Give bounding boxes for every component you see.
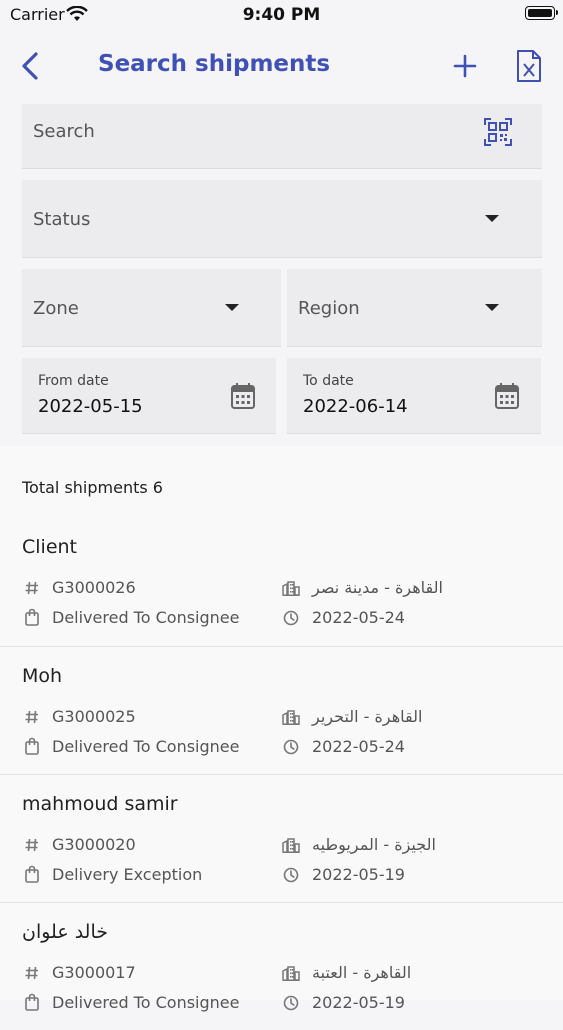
dropdown-arrow-icon (225, 304, 239, 311)
chevron-left-icon (22, 52, 38, 80)
from-date-value: 2022-05-15 (38, 396, 143, 417)
shipment-card[interactable]: خالد علوان G3000017 القاهرة - العتبة Delive… (0, 902, 563, 1030)
export-excel-button[interactable] (514, 49, 544, 83)
shipment-location: القاهرة - العتبة (312, 963, 412, 982)
dropdown-arrow-icon (485, 215, 499, 222)
search-placeholder: Search (33, 121, 95, 142)
shipment-card[interactable]: Client G3000026 القاهرة - مدينة نصر Deliver… (0, 518, 563, 646)
calendar-icon[interactable] (494, 382, 520, 414)
client-name: Moh (22, 665, 63, 687)
city-icon (282, 965, 300, 985)
to-date-field[interactable]: To date 2022-06-14 (287, 358, 541, 434)
shipment-code: G3000020 (52, 835, 136, 854)
calendar-icon[interactable] (230, 382, 256, 414)
hash-icon (24, 837, 40, 857)
bag-icon (24, 608, 40, 630)
city-icon (282, 580, 300, 600)
clock-icon (283, 610, 299, 630)
shipment-status: Delivered To Consignee (52, 608, 240, 627)
from-date-label: From date (38, 373, 109, 389)
battery-icon (525, 6, 558, 20)
hash-icon (24, 709, 40, 729)
shipment-list: Total shipments 6 Client G3000026 القاهرة … (0, 446, 563, 1012)
zone-label: Zone (33, 298, 79, 319)
shipment-code: G3000025 (52, 707, 136, 726)
dropdown-arrow-icon (485, 304, 499, 311)
bag-icon (24, 737, 40, 759)
back-button[interactable] (18, 50, 46, 82)
clock-icon (283, 867, 299, 887)
shipment-code: G3000017 (52, 963, 136, 982)
shipment-date: 2022-05-24 (312, 608, 405, 627)
shipment-date: 2022-05-19 (312, 993, 405, 1012)
qr-scan-icon[interactable] (484, 118, 512, 150)
shipment-date: 2022-05-19 (312, 865, 405, 884)
shipment-card[interactable]: Moh G3000025 القاهرة - التحرير Delivered To… (0, 646, 563, 774)
add-shipment-button[interactable] (452, 53, 478, 79)
shipment-location: القاهرة - مدينة نصر (312, 578, 443, 597)
page-title: Search shipments (98, 51, 331, 77)
clock-icon (283, 739, 299, 759)
shipment-date: 2022-05-24 (312, 737, 405, 756)
shipment-location: الجيزة - المريوطيه (312, 835, 436, 854)
search-input[interactable]: Search (22, 104, 542, 169)
shipment-code: G3000026 (52, 578, 136, 597)
client-name: خالد علوان (22, 921, 109, 943)
clock: 9:40 PM (242, 5, 321, 25)
to-date-label: To date (303, 373, 354, 389)
shipment-location: القاهرة - التحرير (312, 707, 423, 726)
shipment-status: Delivery Exception (52, 865, 203, 884)
nav-bar: Search shipments (0, 36, 563, 96)
shipment-card[interactable]: mahmoud samir G3000020 الجيزة - المريوطيه D… (0, 774, 563, 902)
clock-icon (283, 995, 299, 1015)
plus-icon (453, 54, 477, 78)
status-select[interactable]: Status (22, 180, 542, 258)
region-select[interactable]: Region (287, 269, 542, 347)
from-date-field[interactable]: From date 2022-05-15 (22, 358, 276, 434)
total-shipments: Total shipments 6 (22, 478, 163, 497)
bag-icon (24, 993, 40, 1015)
to-date-value: 2022-06-14 (303, 396, 408, 417)
region-label: Region (298, 298, 360, 319)
client-name: mahmoud samir (22, 793, 178, 815)
client-name: Client (22, 536, 78, 558)
hash-icon (24, 965, 40, 985)
hash-icon (24, 580, 40, 600)
status-label: Status (33, 209, 91, 230)
city-icon (282, 837, 300, 857)
excel-file-icon (517, 50, 541, 82)
bag-icon (24, 865, 40, 887)
shipment-status: Delivered To Consignee (52, 993, 240, 1012)
status-bar: Carrier 9:40 PM (0, 0, 563, 32)
zone-select[interactable]: Zone (22, 269, 281, 347)
shipment-status: Delivered To Consignee (52, 737, 240, 756)
city-icon (282, 709, 300, 729)
